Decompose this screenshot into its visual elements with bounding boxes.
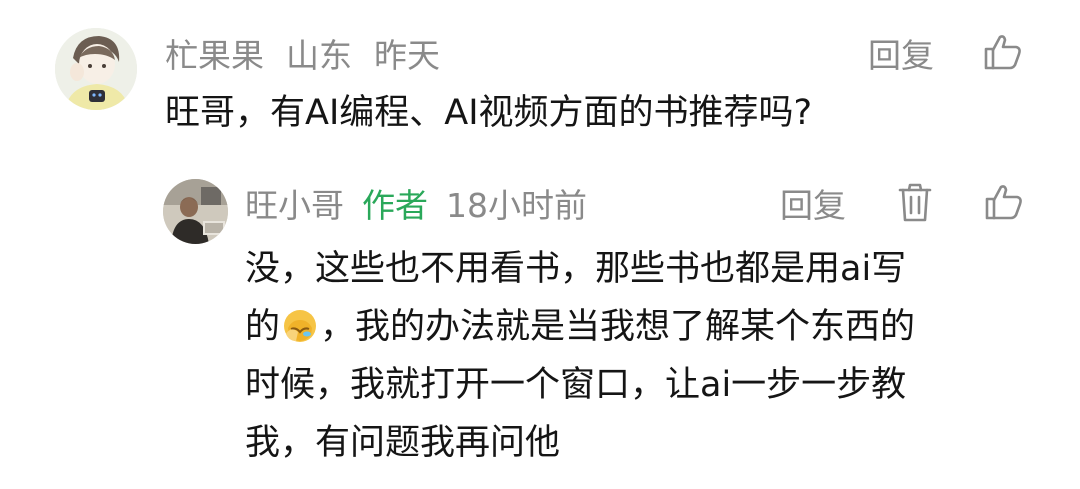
reply-text: 没，这些也不用看书，那些书也都是用ai写 的 ，我的办法就是当我想了解某个东西的… xyxy=(245,240,1035,472)
reply-text-line: 的 ，我的办法就是当我想了解某个东西的 xyxy=(245,298,1035,356)
comment-item: 杧果果 山东 昨天 回复 旺哥，有AI编程、AI视频方面的书推荐吗? xyxy=(0,0,1080,165)
author-avatar[interactable] xyxy=(163,179,228,244)
avatar-illustration xyxy=(55,28,137,110)
reply-text-line: 我，有问题我再问他 xyxy=(245,423,561,463)
trash-icon[interactable] xyxy=(897,182,933,224)
location: 山东 xyxy=(286,36,352,75)
reply-text-line: 时候，我就打开一个窗口，让ai一步一步教 xyxy=(245,365,907,405)
timestamp: 18小时前 xyxy=(446,186,587,225)
avatar-photo xyxy=(163,179,228,244)
reply-text-line: 没，这些也不用看书，那些书也都是用ai写 xyxy=(245,249,907,289)
comment-meta: 杧果果 山东 昨天 xyxy=(165,28,440,78)
username[interactable]: 杧果果 xyxy=(165,29,264,77)
user-avatar[interactable] xyxy=(55,28,137,110)
comment-text: 旺哥，有AI编程、AI视频方面的书推荐吗? xyxy=(165,93,813,133)
thumbs-up-icon[interactable] xyxy=(982,31,1024,73)
timestamp: 昨天 xyxy=(374,36,440,75)
reply-text-fragment: 的 xyxy=(245,307,281,347)
reply-button[interactable]: 回复 xyxy=(780,178,846,228)
reply-text-fragment: ，我的办法就是当我想了解某个东西的 xyxy=(320,307,916,347)
thumbs-up-icon[interactable] xyxy=(983,181,1025,223)
facepalm-laughing-emoji xyxy=(282,304,318,342)
reply-meta: 旺小哥 作者 18小时前 xyxy=(245,178,587,228)
reply-button[interactable]: 回复 xyxy=(868,28,934,78)
username[interactable]: 旺小哥 xyxy=(245,179,344,227)
author-badge: 作者 xyxy=(362,186,428,225)
